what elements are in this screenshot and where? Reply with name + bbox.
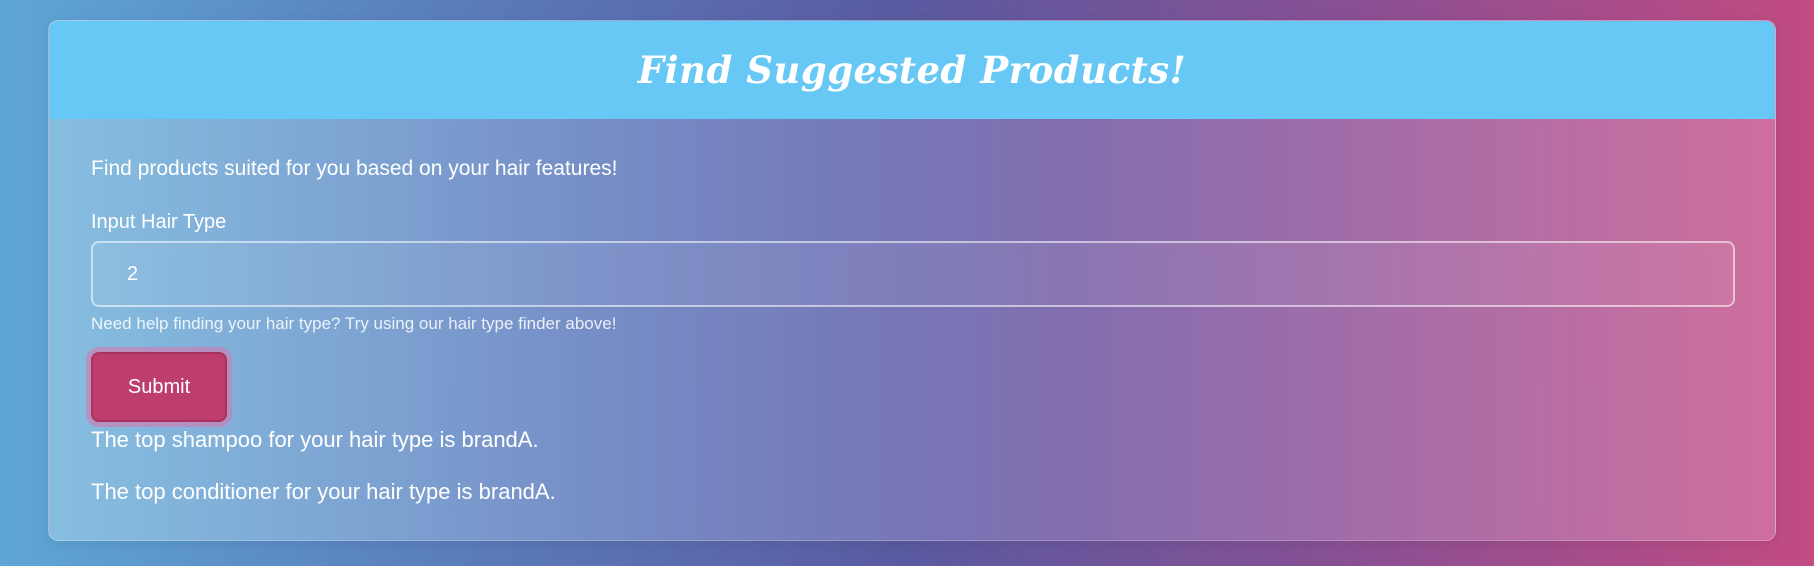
suggested-products-card: Find Suggested Products! Find products s… <box>48 20 1776 541</box>
hair-type-input[interactable] <box>91 241 1735 307</box>
conditioner-result: The top conditioner for your hair type i… <box>91 479 556 504</box>
intro-text: Find products suited for you based on yo… <box>91 157 618 180</box>
page-title: Find Suggested Products! <box>637 48 1187 92</box>
card-header: Find Suggested Products! <box>49 21 1775 119</box>
hair-type-label: Input Hair Type <box>91 211 227 233</box>
submit-button[interactable]: Submit <box>91 352 227 422</box>
shampoo-result: The top shampoo for your hair type is br… <box>91 427 539 452</box>
hair-type-help-text: Need help finding your hair type? Try us… <box>91 314 617 333</box>
